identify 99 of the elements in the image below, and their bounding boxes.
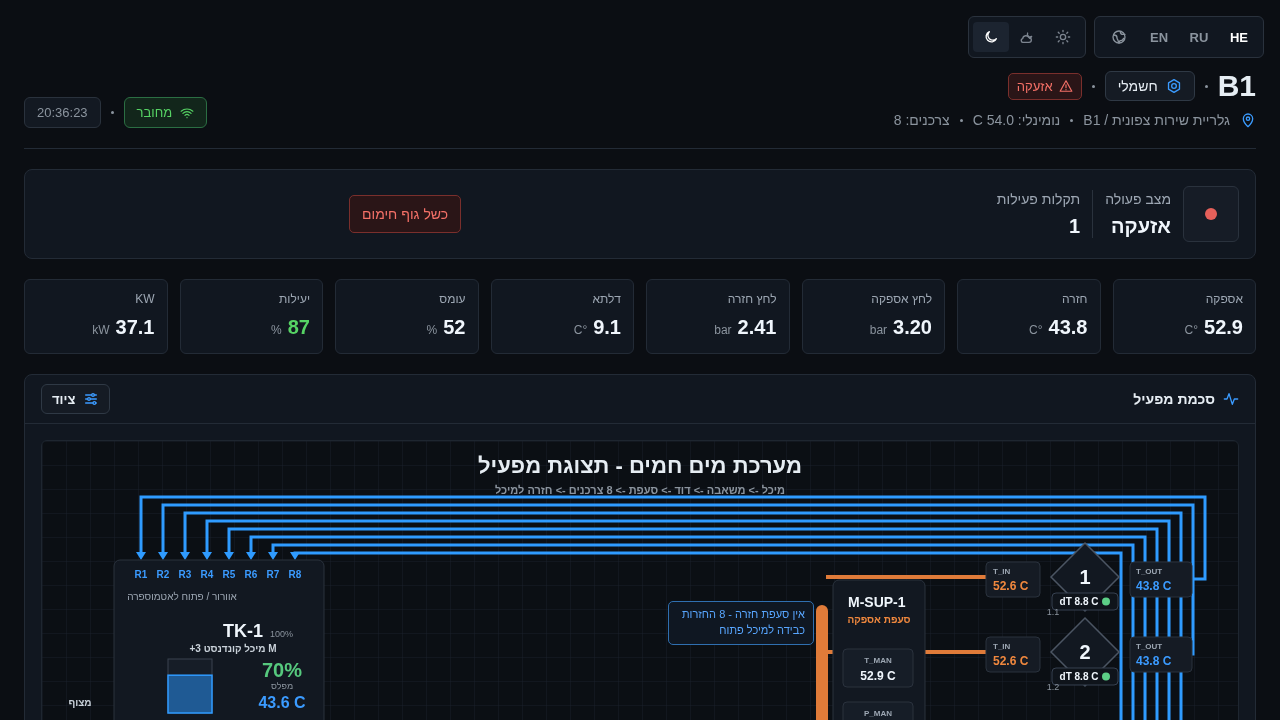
kpi-value: 9.1 — [593, 316, 621, 339]
sensor-label: T_OUT — [1136, 567, 1163, 576]
kpi-label: אספקה — [1204, 292, 1243, 306]
float-label: מצוף — [68, 697, 92, 708]
manifold-subtitle: סעפת אספקה — [847, 614, 911, 625]
diagram-title: מערכת מים חמים - תצוגת מפעיל — [478, 453, 802, 478]
stat-value: 1 — [1068, 214, 1081, 238]
kpi-value: 87 — [287, 316, 310, 339]
sliders-icon — [83, 391, 100, 407]
sensor-box — [1129, 636, 1193, 673]
location-pin-icon — [1240, 112, 1256, 128]
delta-reading: dT 8.8 C — [1059, 596, 1099, 607]
kpi-unit: % — [426, 323, 438, 337]
equipment-button[interactable]: ציוד — [41, 384, 111, 414]
theme-button[interactable] — [973, 22, 1009, 52]
location-text: נומינלי: C 54.0 — [972, 112, 1061, 128]
kpi-label: לחץ חזרה — [726, 292, 777, 306]
kpi-label: חזרה — [1061, 292, 1088, 306]
sensor-label: T_OUT — [1136, 642, 1163, 651]
consumer-index: 1.1 — [1046, 607, 1060, 617]
sensor-value: 52.9 C — [860, 669, 896, 683]
language-option[interactable]: RU — [1179, 23, 1219, 51]
globe-icon — [1111, 29, 1127, 45]
kpi-unit: kW — [92, 323, 110, 337]
kpi-label: KW — [134, 292, 155, 306]
tank-temperature: 43.6 C — [258, 694, 306, 711]
sensor-box — [985, 636, 1041, 673]
return-label: R4 — [200, 569, 214, 580]
sensor-value: 52.6 C — [993, 579, 1029, 593]
consumer-number: 1 — [1079, 566, 1091, 588]
sensor-box — [985, 561, 1041, 598]
sensor-box — [842, 648, 914, 688]
level-label: מפלס — [270, 681, 294, 691]
kpi-value: 43.8 — [1048, 316, 1088, 339]
stat-value: אזעקה — [1110, 214, 1171, 238]
language-option[interactable]: EN — [1139, 23, 1179, 51]
kpi-value: 52.9 — [1204, 316, 1243, 339]
return-label: R2 — [156, 569, 170, 580]
diagram-subtitle: מיכל -> משאבה -> דוד -> סעפת -> 8 צרכנים -> חזרה למיכל — [495, 484, 785, 496]
kpi-label: לחץ אספקה — [870, 292, 932, 306]
kpi-value: 37.1 — [115, 316, 155, 339]
stat-label: מצב פעולה — [1105, 190, 1171, 207]
location-text: גלריית שירות צפונית / B1 — [1083, 112, 1230, 128]
delta-badge — [1051, 667, 1119, 686]
kpi-unit: C° — [1184, 323, 1199, 337]
kpi-unit: C° — [573, 323, 588, 337]
cloud-moon-icon — [1019, 29, 1035, 45]
scale-label: 100% — [270, 629, 294, 639]
consumer-number: 2 — [1079, 641, 1091, 663]
return-label: R1 — [134, 569, 148, 580]
hexagon-icon — [1165, 78, 1182, 94]
consumer-index: 1.2 — [1046, 682, 1060, 692]
tank-description: M מיכל קונדנסט 3+ — [189, 643, 277, 654]
warning-icon — [1058, 79, 1073, 93]
delta-badge — [1051, 592, 1119, 611]
info-tooltip: אין סעפת חזרה - 8 החזרות כבידה למיכל פתוח — [668, 601, 814, 645]
return-label: R3 — [178, 569, 192, 580]
alert-badge: אזעקה — [1007, 72, 1082, 100]
return-label: R6 — [244, 569, 258, 580]
return-label: R5 — [222, 569, 236, 580]
alarm-chip: כשל גוף חימום — [349, 195, 462, 233]
site-title: B1 — [1217, 70, 1256, 102]
sensor-label: T_MAN — [864, 656, 892, 665]
panel-title: סכמת מפעיל — [1133, 391, 1215, 407]
moon-icon — [983, 29, 999, 45]
sensor-box — [842, 701, 914, 720]
tank-name: TK-1 — [223, 621, 263, 641]
kpi-value: 52 — [443, 316, 466, 339]
kpi-label: יעילות — [278, 292, 310, 306]
level-reading: 70% — [262, 659, 302, 681]
return-label: R8 — [288, 569, 302, 580]
kpi-label: עומס — [438, 292, 466, 306]
sensor-label: P_MAN — [864, 709, 892, 718]
sensor-label: T_IN — [993, 642, 1011, 651]
language-option[interactable]: HE — [1219, 23, 1259, 51]
clock-time: 20:36:23 — [24, 97, 101, 128]
delta-reading: dT 8.8 C — [1059, 671, 1099, 682]
sensor-box — [1129, 561, 1193, 598]
kpi-label: דלתא — [591, 292, 621, 306]
kpi-value: 3.20 — [893, 316, 932, 339]
vent-label: אוורור / פתוח לאטמוספרה — [127, 591, 237, 602]
kpi-unit: bar — [869, 323, 888, 337]
pulse-icon — [1223, 391, 1239, 407]
location-text: צרכנים: 8 — [893, 112, 950, 128]
stat-label: תקלות פעילות — [996, 190, 1081, 207]
type-badge: חשמלי — [1104, 71, 1195, 101]
kpi-unit: C° — [1029, 323, 1043, 337]
return-label: R7 — [266, 569, 280, 580]
sun-icon — [1055, 29, 1071, 45]
kpi-unit: bar — [714, 323, 732, 337]
sensor-label: T_IN — [993, 567, 1011, 576]
sensor-value: 43.8 C — [1136, 654, 1172, 668]
connection-badge: מחובר — [123, 97, 208, 128]
kpi-unit: % — [271, 323, 282, 337]
sensor-value: 43.8 C — [1136, 579, 1172, 593]
manifold-name: M-SUP-1 — [848, 594, 906, 610]
kpi-value: 2.41 — [737, 316, 777, 339]
wifi-icon — [180, 105, 195, 120]
sensor-value: 52.6 C — [993, 654, 1029, 668]
